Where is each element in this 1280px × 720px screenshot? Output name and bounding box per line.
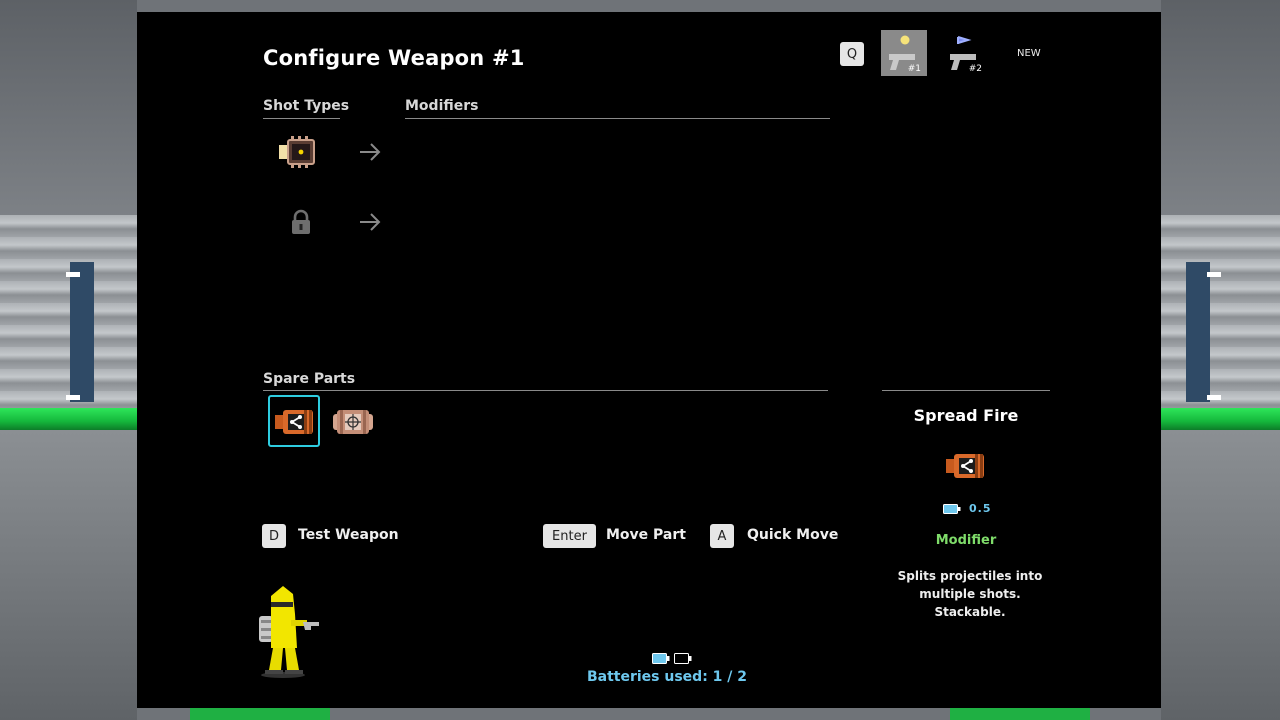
part-info-divider xyxy=(882,390,1050,391)
part-info-name: Spread Fire xyxy=(913,406,1019,425)
test-weapon-label[interactable]: Test Weapon xyxy=(298,527,399,543)
spare-parts-divider xyxy=(263,390,828,391)
weapon-slot-2[interactable]: #2 xyxy=(942,30,988,76)
quick-move-key[interactable]: A xyxy=(710,524,734,548)
shot-types-divider xyxy=(263,118,340,119)
weapon-slot-1[interactable]: #1 xyxy=(881,30,927,76)
robot-character xyxy=(259,586,319,678)
batteries-used-label: Batteries used: 1 / 2 xyxy=(586,669,748,685)
lock-icon xyxy=(292,209,310,234)
shot-chip-icon[interactable] xyxy=(277,134,319,170)
modifiers-divider xyxy=(405,118,830,119)
crosshair-part-icon[interactable] xyxy=(331,408,375,436)
battery-empty-icon xyxy=(674,653,692,664)
background-light xyxy=(66,272,80,277)
page-title: Configure Weapon #1 xyxy=(263,46,525,70)
part-description-line: Splits projectiles into xyxy=(897,569,1043,583)
background-green-rail-bottom xyxy=(190,708,330,720)
slot-number: #2 xyxy=(968,64,982,74)
new-weapon-slot[interactable]: NEW xyxy=(1017,48,1041,59)
part-description-line: multiple shots. Stackable. xyxy=(919,587,1021,619)
quick-move-label[interactable]: Quick Move xyxy=(747,527,838,543)
spare-parts-header: Spare Parts xyxy=(263,371,356,387)
background-light xyxy=(66,395,80,400)
shot-types-header: Shot Types xyxy=(263,98,350,114)
part-info-type: Modifier xyxy=(935,533,997,548)
spread-fire-part-icon xyxy=(946,454,984,478)
spread-fire-part-icon[interactable] xyxy=(274,408,316,436)
background-pillar-right xyxy=(1186,262,1210,402)
modifiers-header: Modifiers xyxy=(405,98,479,114)
move-part-label[interactable]: Move Part xyxy=(606,527,686,543)
background-machine-right xyxy=(1161,215,1280,410)
part-info-cost: 0.5 xyxy=(943,502,992,515)
background-light xyxy=(1207,395,1221,400)
part-cost-value: 0.5 xyxy=(969,502,992,515)
battery-full-icon xyxy=(652,653,670,664)
test-weapon-key[interactable]: D xyxy=(262,524,286,548)
background-machine-left xyxy=(0,215,137,410)
weapon-config-panel: Configure Weapon #1 Q #1 #2 NEW Shot Typ… xyxy=(137,12,1161,708)
background-pillar-left xyxy=(70,262,94,402)
switch-weapon-key[interactable]: Q xyxy=(840,42,864,66)
slot-number: #1 xyxy=(907,64,921,74)
background-green-rail-right xyxy=(1161,408,1280,430)
battery-meter xyxy=(652,653,692,664)
part-info-description: Splits projectiles into multiple shots. … xyxy=(882,567,1058,621)
arrow-right-icon xyxy=(360,213,381,231)
background-green-rail-left xyxy=(0,408,137,430)
arrow-right-icon xyxy=(360,143,381,161)
background-light xyxy=(1207,272,1221,277)
move-part-key[interactable]: Enter xyxy=(543,524,596,548)
battery-icon xyxy=(943,503,961,514)
background-green-rail-bottom xyxy=(950,708,1090,720)
